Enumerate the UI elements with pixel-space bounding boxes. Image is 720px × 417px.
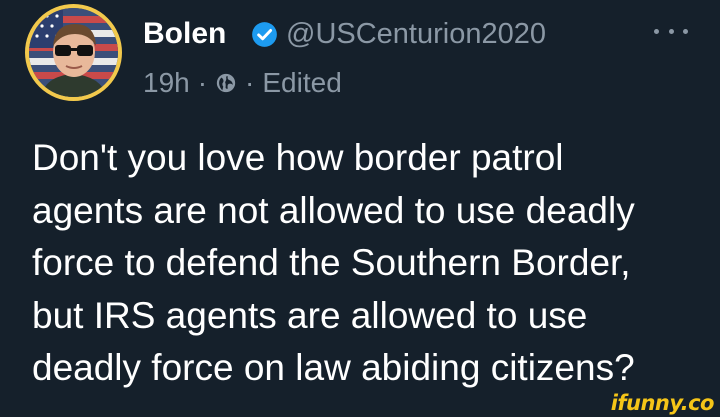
author-name[interactable]: Bolen	[143, 14, 226, 54]
meta-separator: ·	[197, 67, 208, 98]
post-text: Don't you love how border patrol agents …	[32, 137, 635, 388]
post-time[interactable]: 19h	[143, 67, 190, 99]
more-options-icon	[654, 28, 659, 34]
author-handle[interactable]: @USCenturion2020	[286, 14, 546, 54]
verified-badge-icon	[252, 22, 277, 47]
more-options-button[interactable]	[654, 16, 688, 46]
tweet-card: Bolen @USCenturion2020 19h · · Edited Do…	[0, 0, 720, 417]
meta-separator: ·	[245, 67, 255, 98]
avatar[interactable]	[25, 4, 122, 101]
more-options-icon	[668, 28, 674, 34]
post-meta: 19h · · Edited	[143, 64, 342, 102]
more-options-icon	[683, 28, 688, 34]
globe-icon	[216, 73, 236, 93]
watermark: ifunny.co	[610, 391, 715, 415]
edited-label[interactable]: Edited	[262, 67, 341, 99]
avatar-image	[29, 8, 118, 97]
